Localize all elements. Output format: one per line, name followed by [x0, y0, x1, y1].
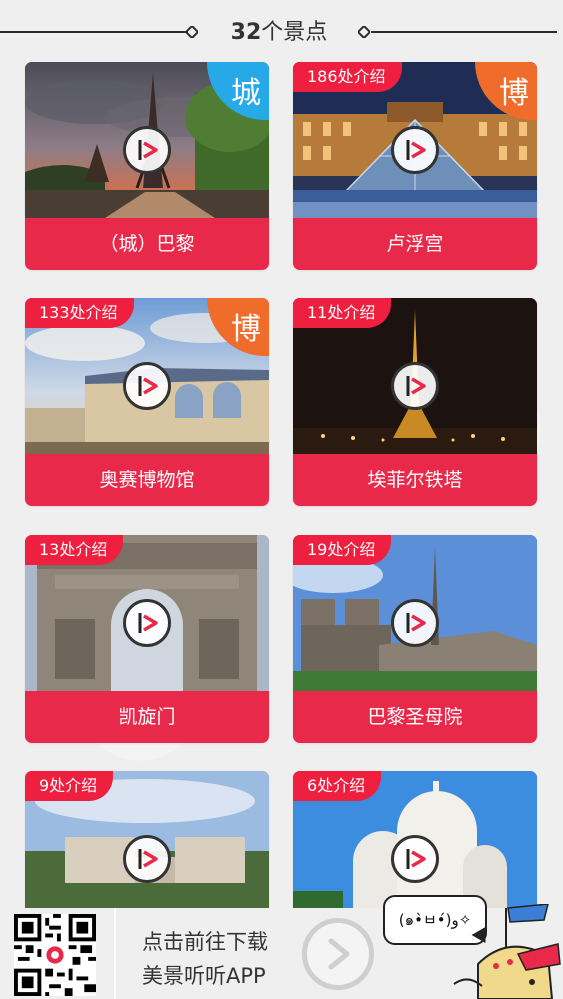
chevron-right-icon — [328, 938, 350, 970]
intro-count-badge: 19处介绍 — [293, 535, 392, 565]
play-icon — [406, 376, 426, 396]
play-button[interactable] — [391, 362, 439, 410]
play-button[interactable] — [123, 362, 171, 410]
play-icon — [138, 376, 158, 396]
spot-card-louvre[interactable]: 186处介绍 博 卢浮宫 — [293, 62, 537, 270]
play-icon — [138, 849, 158, 869]
header-line-right — [371, 31, 557, 33]
play-icon — [138, 140, 158, 160]
spot-name: （城）巴黎 — [99, 233, 195, 255]
play-button[interactable] — [123, 835, 171, 883]
spot-count-unit: 个景点 — [261, 20, 328, 45]
intro-count-badge: 186处介绍 — [293, 62, 402, 92]
spot-name: 巴黎圣母院 — [367, 706, 463, 728]
banner-divider — [114, 908, 116, 999]
spot-card-eiffel[interactable]: 11处介绍 埃菲尔铁塔 — [293, 298, 537, 506]
go-download-button[interactable] — [302, 918, 374, 990]
spot-card-arc-de-triomphe[interactable]: 13处介绍 凯旋门 — [25, 535, 269, 743]
qr-code-icon — [14, 914, 96, 996]
spot-card-orsay[interactable]: 133处介绍 博 奥赛博物馆 — [25, 298, 269, 506]
spot-name: 奥赛博物馆 — [99, 469, 195, 491]
diamond-ornament-icon — [358, 26, 370, 38]
section-header: 32个景点 — [0, 0, 563, 62]
spot-name: 凯旋门 — [118, 706, 176, 728]
spot-name: 卢浮宫 — [386, 233, 444, 255]
intro-count-badge: 13处介绍 — [25, 535, 124, 565]
play-button[interactable] — [123, 599, 171, 647]
spot-name: 埃菲尔铁塔 — [367, 469, 463, 491]
play-icon — [406, 613, 426, 633]
header-line-left — [0, 31, 188, 33]
download-text-line1: 点击前往下载 — [142, 930, 268, 954]
play-icon — [138, 613, 158, 633]
spot-card-notre-dame[interactable]: 19处介绍 巴黎圣母院 — [293, 535, 537, 743]
play-button[interactable] — [123, 126, 171, 174]
spot-count-number: 32 — [230, 20, 262, 45]
diamond-ornament-icon — [186, 26, 198, 38]
play-icon — [406, 140, 426, 160]
play-button[interactable] — [391, 599, 439, 647]
intro-count-badge: 11处介绍 — [293, 298, 392, 328]
play-icon — [406, 849, 426, 869]
play-button[interactable] — [391, 835, 439, 883]
play-button[interactable] — [391, 126, 439, 174]
intro-count-badge: 9处介绍 — [25, 771, 114, 801]
mascot-character-icon — [453, 904, 561, 999]
intro-count-badge: 133处介绍 — [25, 298, 134, 328]
intro-count-badge: 6处介绍 — [293, 771, 382, 801]
download-text-line2: 美景听听APP — [142, 964, 266, 988]
spot-card-paris[interactable]: 城 （城）巴黎 — [25, 62, 269, 270]
spot-count-title: 32个景点 — [204, 14, 354, 46]
